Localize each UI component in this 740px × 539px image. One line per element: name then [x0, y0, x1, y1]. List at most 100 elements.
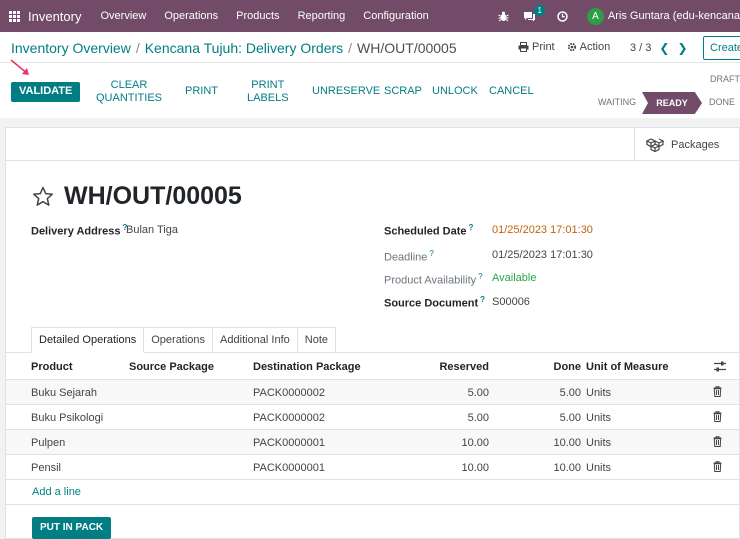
- cell-uom: Units: [586, 412, 612, 424]
- print-button[interactable]: Print: [518, 41, 555, 53]
- cell-product: Buku Psikologi: [31, 412, 104, 424]
- chevron-left-icon[interactable]: ❮: [659, 41, 669, 55]
- printer-icon: [518, 42, 529, 52]
- app-name[interactable]: Inventory: [28, 9, 81, 24]
- breadcrumb: Inventory Overview / Kencana Tujuh: Delive…: [11, 40, 457, 56]
- clear-quantities-line2: QUANTITIES: [96, 92, 163, 104]
- menu-operations[interactable]: Operations: [164, 10, 218, 22]
- form-sheet: Packages WH/OUT/00005 Delivery Address? …: [5, 127, 740, 539]
- messages-icon[interactable]: 1: [523, 4, 545, 22]
- cell-destination-package: PACK0000002: [253, 387, 325, 399]
- annotation-arrow-icon: [10, 59, 29, 75]
- print-labels-button[interactable]: PRINT LABELS: [247, 79, 289, 105]
- breadcrumb-inventory-overview[interactable]: Inventory Overview: [11, 40, 131, 56]
- source-document-label: Source Document?: [384, 295, 486, 310]
- create-button[interactable]: Create: [703, 36, 740, 60]
- scheduled-date-value[interactable]: 01/25/2023 17:01:30: [492, 224, 593, 236]
- bug-icon[interactable]: [498, 11, 509, 22]
- top-navbar: Inventory Overview Operations Products R…: [0, 0, 740, 32]
- packages-icon: [645, 137, 665, 152]
- cell-done: 10.00: [553, 437, 581, 449]
- col-source-package[interactable]: Source Package: [129, 361, 214, 373]
- tab-note[interactable]: Note: [297, 327, 337, 353]
- star-icon[interactable]: [32, 186, 54, 207]
- print-label: Print: [532, 41, 555, 53]
- add-a-line-link[interactable]: Add a line: [32, 486, 81, 498]
- record-title: WH/OUT/00005: [64, 182, 242, 210]
- deadline-label: Deadline?: [384, 249, 434, 264]
- col-unit-of-measure[interactable]: Unit of Measure: [586, 361, 669, 373]
- clock-icon[interactable]: [557, 10, 568, 22]
- deadline-value: 01/25/2023 17:01:30: [492, 249, 593, 261]
- clear-quantities-button[interactable]: CLEAR QUANTITIES: [96, 79, 162, 105]
- cell-done: 5.00: [559, 387, 581, 399]
- validate-button[interactable]: VALIDATE: [11, 82, 81, 102]
- breadcrumb-delivery-orders[interactable]: Kencana Tujuh: Delivery Orders: [145, 40, 343, 56]
- action-bar: VALIDATE CLEAR QUANTITIES PRINT PRINT LA…: [0, 62, 740, 118]
- packages-button[interactable]: Packages: [634, 128, 740, 161]
- delivery-address-value[interactable]: Bulan Tiga: [126, 224, 178, 236]
- notebook-tabs: Detailed Operations Operations Additiona…: [31, 327, 337, 353]
- breadcrumb-current: WH/OUT/00005: [357, 40, 457, 56]
- status-done[interactable]: DONE: [709, 97, 735, 107]
- pager-value[interactable]: 3 / 3: [630, 42, 651, 54]
- app-grid-icon[interactable]: [0, 10, 28, 22]
- cancel-button[interactable]: CANCEL: [489, 85, 534, 98]
- col-product[interactable]: Product: [31, 361, 73, 373]
- cell-destination-package: PACK0000002: [253, 412, 325, 424]
- column-settings-icon[interactable]: [714, 361, 726, 375]
- print-labels-line2: LABELS: [247, 92, 289, 104]
- scheduled-date-label: Scheduled Date?: [384, 223, 474, 238]
- col-destination-package[interactable]: Destination Package: [253, 361, 361, 373]
- tab-additional-info[interactable]: Additional Info: [213, 327, 298, 353]
- avatar[interactable]: A: [586, 7, 604, 25]
- menu-overview[interactable]: Overview: [100, 10, 146, 22]
- cell-product: Pensil: [31, 462, 61, 474]
- print-labels-line1: PRINT: [251, 79, 285, 91]
- table-row[interactable]: Buku Psikologi PACK0000002 5.00 5.00 Uni…: [6, 405, 739, 430]
- source-document-value[interactable]: S00006: [492, 296, 530, 308]
- table-body: Buku Sejarah PACK0000002 5.00 5.00 Units…: [6, 380, 739, 480]
- detailed-operations-table: Product Source Package Destination Packa…: [6, 353, 739, 480]
- trash-icon[interactable]: [713, 461, 722, 472]
- cell-destination-package: PACK0000001: [253, 437, 325, 449]
- product-availability-value: Available: [492, 272, 537, 284]
- unreserve-button[interactable]: UNRESERVE: [312, 85, 380, 98]
- unlock-button[interactable]: UNLOCK: [432, 85, 478, 98]
- menu-configuration[interactable]: Configuration: [363, 10, 428, 22]
- print-action-button[interactable]: PRINT: [185, 85, 218, 98]
- table-row[interactable]: Pensil PACK0000001 10.00 10.00 Units: [6, 455, 739, 480]
- cell-reserved: 10.00: [461, 462, 489, 474]
- tab-detailed-operations[interactable]: Detailed Operations: [31, 327, 145, 353]
- messages-badge: 1: [534, 4, 545, 16]
- cell-uom: Units: [586, 387, 612, 399]
- cell-product: Pulpen: [31, 437, 66, 449]
- table-row[interactable]: Pulpen PACK0000001 10.00 10.00 Units: [6, 430, 739, 455]
- status-waiting[interactable]: WAITING: [598, 97, 636, 107]
- col-reserved[interactable]: Reserved: [406, 361, 489, 373]
- control-panel: Inventory Overview / Kencana Tujuh: Delive…: [0, 32, 740, 62]
- cell-done: 10.00: [553, 462, 581, 474]
- menu-reporting[interactable]: Reporting: [298, 10, 346, 22]
- scrap-button[interactable]: SCRAP: [384, 85, 422, 98]
- user-name[interactable]: Aris Guntara (edu-kencana: [608, 10, 740, 22]
- action-button[interactable]: Action: [567, 41, 610, 53]
- menu-products[interactable]: Products: [236, 10, 279, 22]
- button-box: Packages: [6, 128, 739, 161]
- cell-uom: Units: [586, 437, 612, 449]
- cell-uom: Units: [586, 462, 612, 474]
- clear-quantities-line1: CLEAR: [110, 79, 148, 91]
- cell-destination-package: PACK0000001: [253, 462, 325, 474]
- status-draft[interactable]: DRAFT: [710, 74, 740, 84]
- col-done[interactable]: Done: [506, 361, 582, 373]
- table-row[interactable]: Buku Sejarah PACK0000002 5.00 5.00 Units: [6, 380, 739, 405]
- put-in-pack-button[interactable]: PUT IN PACK: [32, 517, 112, 539]
- cell-reserved: 5.00: [467, 412, 489, 424]
- packages-label: Packages: [671, 138, 720, 151]
- trash-icon[interactable]: [713, 386, 722, 397]
- chevron-right-icon[interactable]: ❯: [677, 41, 687, 55]
- trash-icon[interactable]: [713, 436, 722, 447]
- tab-operations[interactable]: Operations: [144, 327, 214, 353]
- gear-icon: [567, 42, 576, 52]
- trash-icon[interactable]: [713, 411, 722, 422]
